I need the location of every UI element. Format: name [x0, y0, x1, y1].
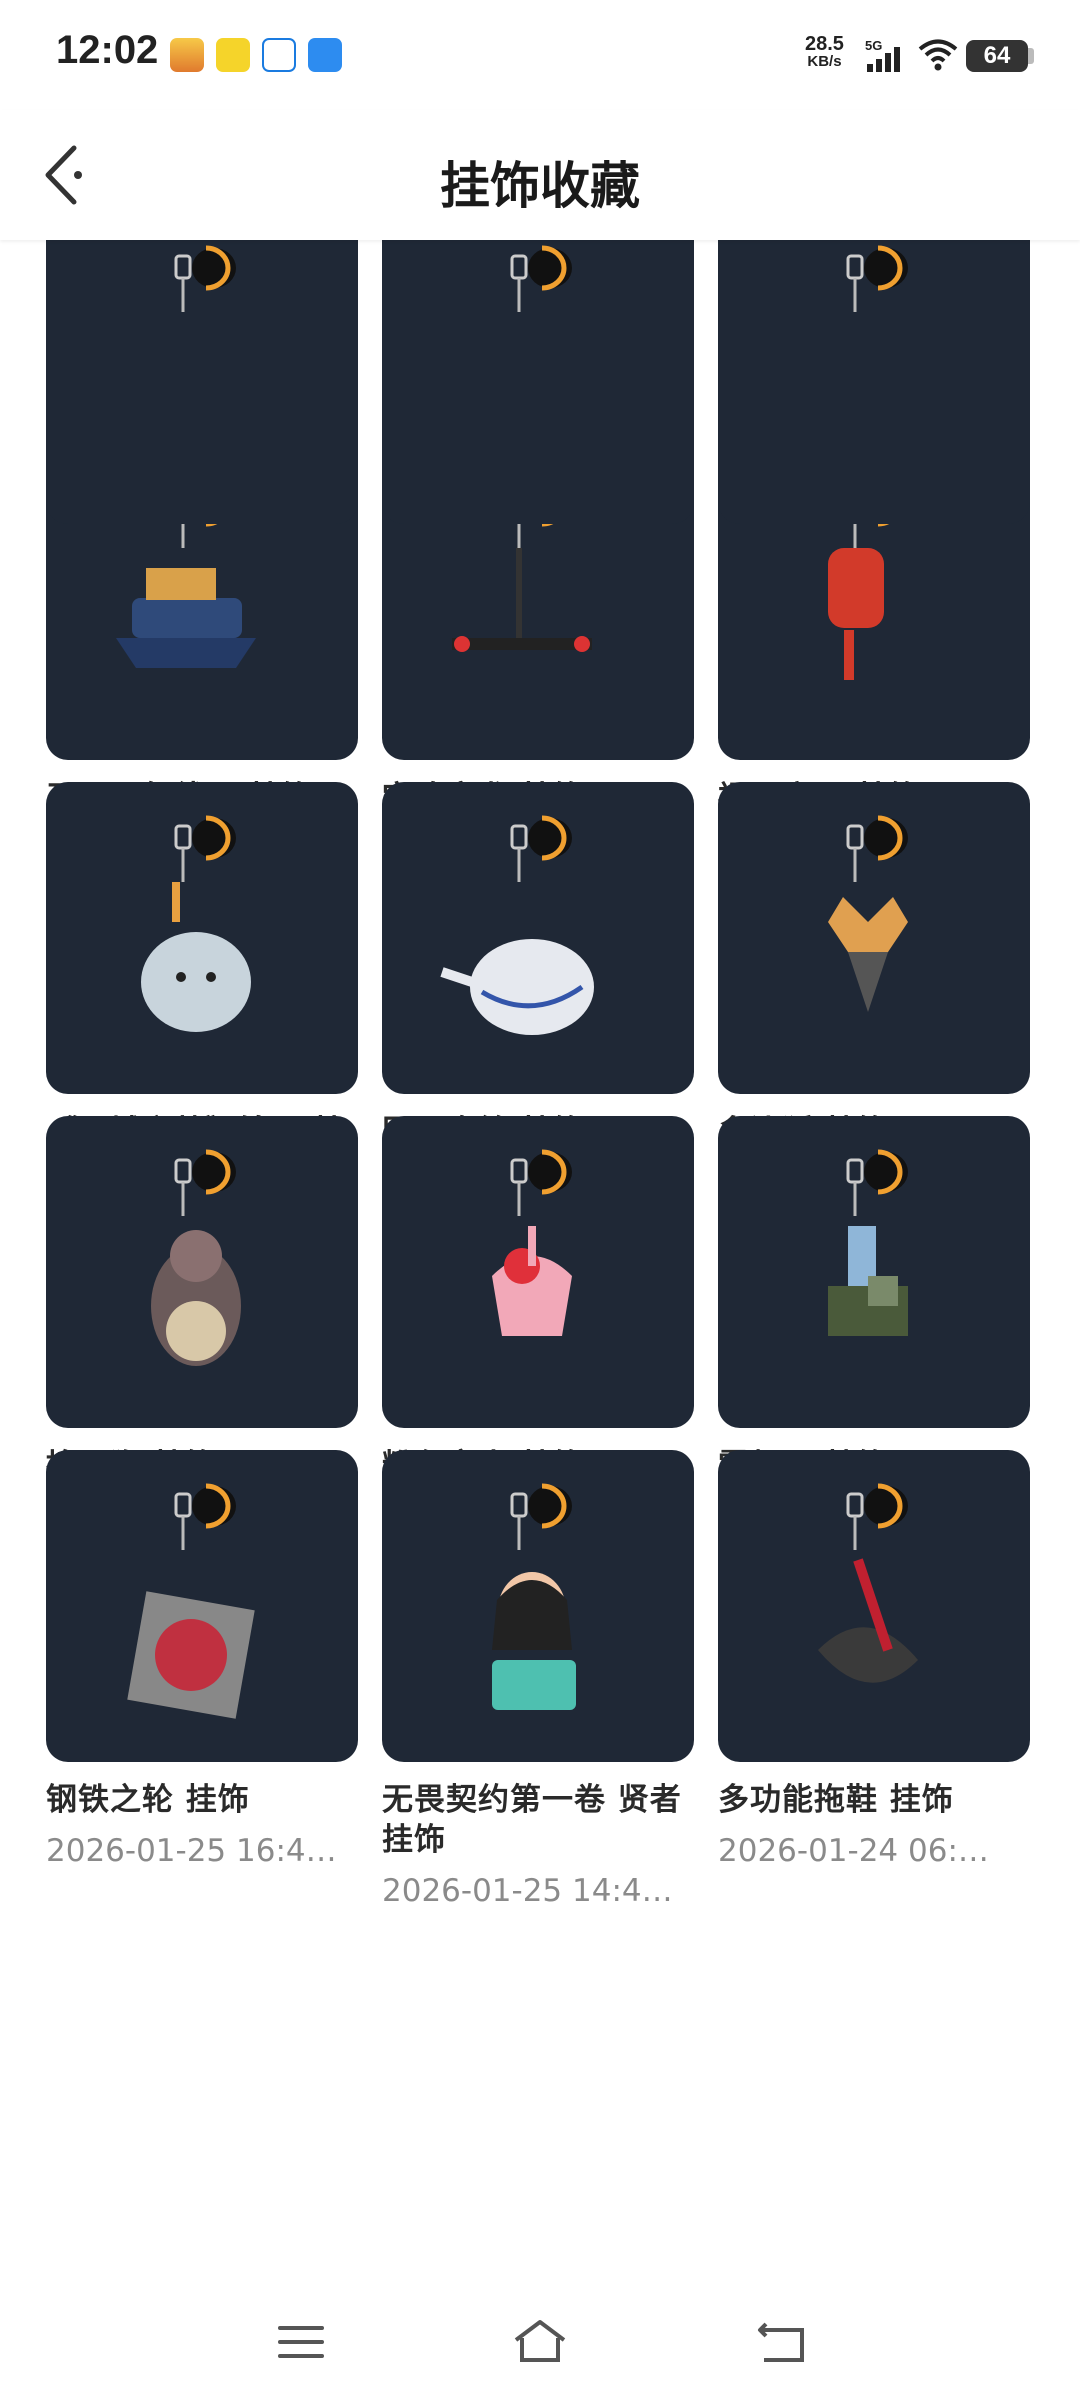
charm-card[interactable]	[46, 240, 358, 524]
charm-thumbnail[interactable]	[382, 240, 694, 524]
charm-thumbnail[interactable]	[46, 1450, 358, 1762]
svg-text:5G: 5G	[865, 38, 882, 53]
network-speed-value: 28.5	[805, 33, 844, 55]
wifi-icon	[918, 39, 958, 71]
charm-thumbnail[interactable]	[718, 1450, 1030, 1762]
charm-thumbnail[interactable]	[718, 1116, 1030, 1428]
app-notification-icon	[262, 38, 296, 72]
header: 挂饰收藏	[0, 110, 1080, 240]
notification-icons	[170, 38, 342, 72]
battery-tip	[1028, 48, 1034, 64]
charm-collection-grid[interactable]: 王国子午线号 挂饰2026-03-28 02:… 空降突袭 挂饰2026-03-…	[0, 240, 1080, 2284]
charm-thumbnail[interactable]	[46, 782, 358, 1094]
charm-date: 2026-01-24 06:…	[718, 1833, 989, 1869]
battery-indicator: 64	[966, 40, 1028, 72]
network-speed: 28.5 KB/s	[805, 34, 844, 69]
charm-thumbnail[interactable]	[382, 1116, 694, 1428]
charm-thumbnail[interactable]	[46, 240, 358, 524]
charm-date: 2026-01-25 14:4…	[382, 1873, 673, 1909]
charm-name: 无畏契约第一卷 贤者 挂饰	[382, 1782, 682, 1858]
charm-thumbnail[interactable]	[382, 782, 694, 1094]
home-icon[interactable]	[510, 2316, 570, 2368]
charm-card[interactable]: 无畏契约第一卷 贤者 挂饰 2026-01-25 14:4…	[382, 1450, 694, 1910]
charm-card[interactable]: 多功能拖鞋 挂饰 2026-01-24 06:…	[718, 1450, 1030, 1870]
status-time: 12:02	[56, 28, 159, 72]
system-nav-bar	[0, 2284, 1080, 2400]
charm-thumbnail[interactable]	[382, 1450, 694, 1762]
status-bar: 12:02 28.5 KB/s 5G 64	[0, 0, 1080, 110]
charm-card[interactable]: 钢铁之轮 挂饰 2026-01-25 16:4…	[46, 1450, 358, 1870]
menu-icon[interactable]	[272, 2316, 332, 2368]
cellular-signal-icon: 5G	[865, 38, 900, 72]
charm-card[interactable]	[718, 240, 1030, 524]
app-notification-icon	[216, 38, 250, 72]
charm-name: 多功能拖鞋 挂饰	[718, 1782, 954, 1818]
app-notification-icon	[308, 38, 342, 72]
charm-thumbnail[interactable]	[718, 240, 1030, 524]
network-speed-unit: KB/s	[807, 53, 842, 70]
charm-name: 钢铁之轮 挂饰	[46, 1782, 250, 1818]
charm-card[interactable]	[382, 240, 694, 524]
app-notification-icon	[170, 38, 204, 72]
page-title: 挂饰收藏	[440, 157, 640, 215]
charm-thumbnail[interactable]	[46, 1116, 358, 1428]
charm-date: 2026-01-25 16:4…	[46, 1833, 337, 1869]
back-icon[interactable]	[752, 2316, 812, 2368]
charm-thumbnail[interactable]	[718, 782, 1030, 1094]
